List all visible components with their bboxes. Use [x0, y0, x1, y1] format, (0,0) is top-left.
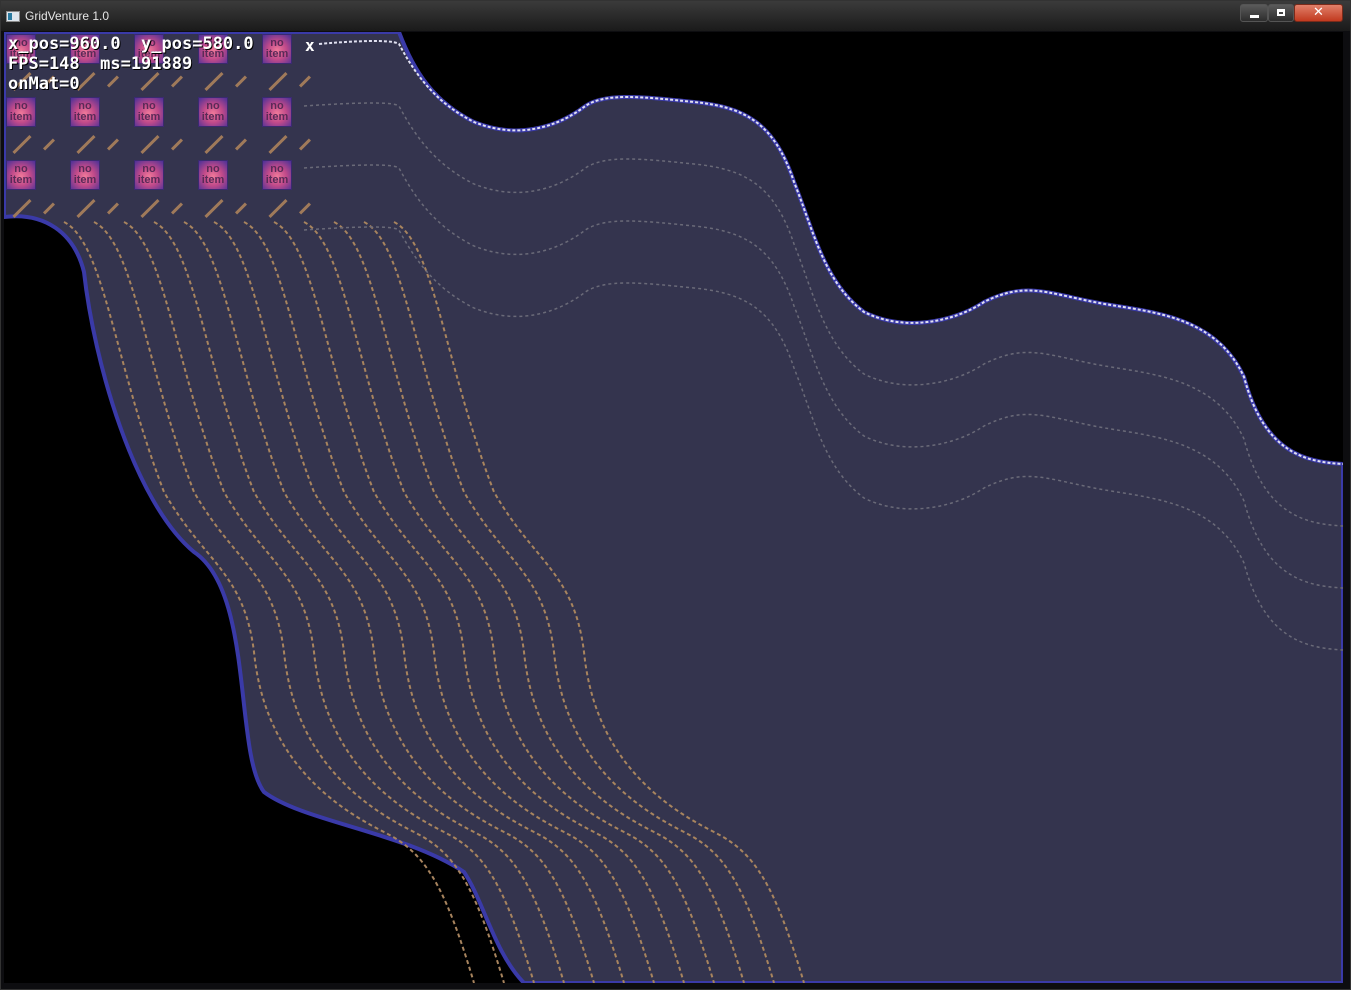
window-title: GridVenture 1.0 — [25, 9, 110, 23]
app-icon — [6, 11, 20, 22]
minimize-button[interactable] — [1240, 4, 1268, 22]
inventory-slot[interactable]: no item — [134, 97, 164, 127]
inventory-slot[interactable]: no item — [198, 97, 228, 127]
inventory-slot[interactable]: no item — [198, 160, 228, 190]
inventory-slot[interactable]: no item — [6, 160, 36, 190]
inventory-slot[interactable]: no item — [262, 34, 292, 64]
hud-position: x_pos=960.0 y_pos=580.0 — [8, 34, 254, 54]
close-button[interactable]: ✕ — [1294, 4, 1343, 22]
inventory-slot[interactable]: no item — [262, 160, 292, 190]
minimize-icon — [1250, 15, 1259, 18]
close-icon: ✕ — [1313, 5, 1324, 20]
inventory-slot[interactable]: no item — [6, 97, 36, 127]
inventory-slot[interactable]: no item — [70, 160, 100, 190]
hud-fps: FPS=148 ms=191889 — [8, 54, 193, 74]
title-bar[interactable]: GridVenture 1.0 ✕ — [1, 1, 1350, 31]
maximize-icon — [1277, 9, 1285, 16]
hud-close-button[interactable]: x — [305, 36, 315, 55]
inventory-slot[interactable]: no item — [262, 97, 292, 127]
hud-onmat: onMat=0 — [8, 74, 80, 94]
inventory-slot[interactable]: no item — [134, 160, 164, 190]
maximize-button[interactable] — [1268, 4, 1294, 22]
inventory-slot[interactable]: no item — [70, 97, 100, 127]
game-viewport[interactable]: no item no item no item no item no item no item no it… — [4, 32, 1343, 983]
game-window: GridVenture 1.0 ✕ no item no item no item no it… — [0, 0, 1351, 990]
